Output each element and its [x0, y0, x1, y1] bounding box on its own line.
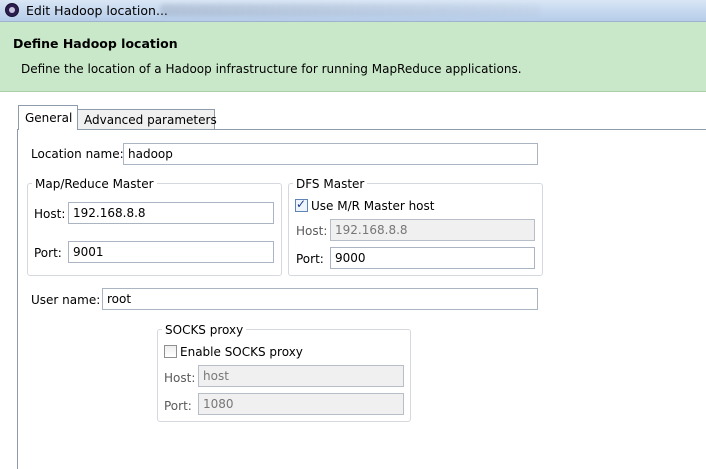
- dialog-header-banner: Define Hadoop location Define the locati…: [0, 22, 706, 92]
- dialog-header-title: Define Hadoop location: [13, 36, 178, 51]
- eclipse-app-icon: [5, 3, 19, 17]
- location-name-input[interactable]: hadoop: [123, 143, 538, 165]
- dialog-header-description: Define the location of a Hadoop infrastr…: [21, 62, 522, 76]
- tab-general[interactable]: General: [18, 105, 78, 130]
- dfs-master-title: DFS Master: [293, 177, 368, 191]
- dfs-host-input[interactable]: 192.168.8.8: [330, 219, 535, 241]
- use-mr-master-host-label[interactable]: Use M/R Master host: [311, 199, 434, 213]
- user-name-label: User name:: [31, 293, 101, 307]
- mapred-host-label: Host:: [34, 207, 66, 221]
- user-name-input[interactable]: root: [102, 288, 538, 310]
- location-name-label: Location name:: [31, 147, 124, 161]
- socks-port-label: Port:: [164, 399, 192, 413]
- mapred-port-label: Port:: [34, 246, 62, 260]
- title-bar[interactable]: Edit Hadoop location...: [0, 0, 706, 22]
- mapred-port-input[interactable]: 9001: [68, 241, 274, 263]
- mapred-host-input[interactable]: 192.168.8.8: [68, 202, 274, 224]
- socks-host-input[interactable]: host: [198, 365, 404, 387]
- mapreduce-master-title: Map/Reduce Master: [32, 177, 157, 191]
- window-title: Edit Hadoop location...: [26, 3, 168, 18]
- dfs-host-label: Host:: [296, 224, 328, 238]
- socks-host-label: Host:: [164, 371, 196, 385]
- enable-socks-proxy-checkbox[interactable]: [164, 345, 177, 358]
- socks-proxy-title: SOCKS proxy: [162, 323, 247, 337]
- dfs-port-label: Port:: [296, 252, 324, 266]
- socks-port-input[interactable]: 1080: [198, 393, 404, 415]
- enable-socks-proxy-label[interactable]: Enable SOCKS proxy: [180, 345, 303, 359]
- tab-advanced-parameters[interactable]: Advanced parameters: [77, 109, 217, 129]
- use-mr-master-host-checkbox[interactable]: [295, 197, 308, 212]
- blurred-background-title: [160, 4, 540, 16]
- dfs-port-input[interactable]: 9000: [330, 247, 535, 269]
